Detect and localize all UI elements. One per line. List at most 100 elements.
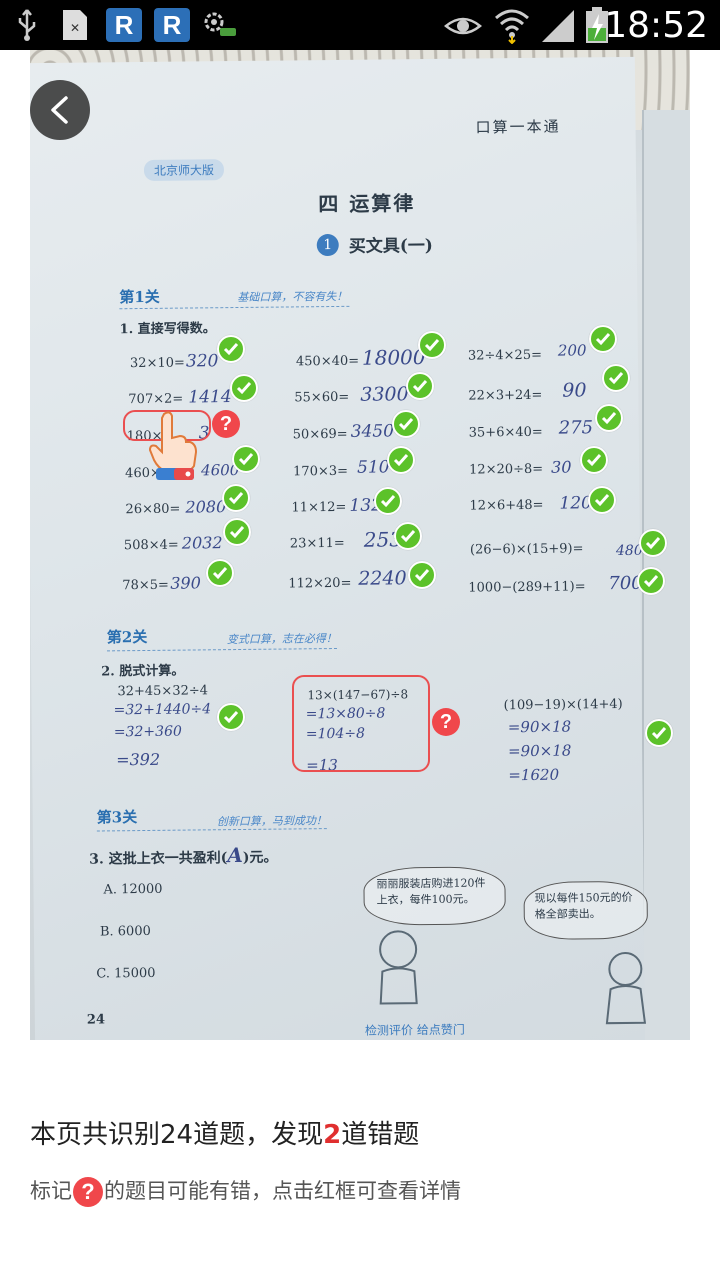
handwritten-answer: 320 xyxy=(185,351,219,372)
handwritten-answer: 2080 xyxy=(185,497,227,517)
gear-icon xyxy=(204,12,236,36)
summary-prefix: 本页共识别24道题，发现 xyxy=(30,1120,324,1150)
question-text: 12×20÷8= xyxy=(469,461,544,478)
question-text: 22×3+24= xyxy=(468,387,543,404)
question-text: 50×69= xyxy=(292,426,348,443)
question-mark-icon: ? xyxy=(73,1177,103,1207)
chapter-title: 四 运算律 xyxy=(318,191,416,217)
cartoon-girl-icon xyxy=(605,951,647,1025)
check-icon xyxy=(408,561,436,589)
section-3-label: 第3关 xyxy=(96,808,138,827)
check-icon xyxy=(217,335,245,363)
option-a: A. 12000 xyxy=(103,881,163,898)
page-number: 24 xyxy=(86,1012,106,1028)
question-text: 55×60= xyxy=(294,389,350,406)
question-text: 170×3= xyxy=(293,463,349,480)
book-title: 口算一本通 xyxy=(475,117,561,137)
handwritten-answer: 3450 xyxy=(350,421,395,442)
wifi-icon xyxy=(495,9,529,44)
check-icon xyxy=(595,404,623,432)
handwritten-answer: 30 xyxy=(550,457,572,477)
handwritten-answer: 390 xyxy=(170,573,201,593)
check-icon xyxy=(639,529,667,557)
page-footer: 检测评价 给点赞门 xyxy=(364,1022,465,1038)
speech-bubble: 现以每件150元的价格全部卖出。 xyxy=(523,880,649,941)
r-app-icon: R xyxy=(106,8,142,42)
section-1-label: 第1关 xyxy=(119,287,160,307)
option-c: C. 15000 xyxy=(96,965,156,982)
worksheet-page: 口算一本通 北京师大版 四 运算律 1 买文具(一) 第1关 基础口算，不容有失… xyxy=(30,56,649,1040)
check-icon xyxy=(230,374,258,402)
result-hint: 标记? 的题目可能有错，点击红框可查看详情 xyxy=(30,1174,461,1208)
summary-suffix: 道错题 xyxy=(341,1120,420,1150)
question-text: 23×11= xyxy=(289,535,345,552)
cartoon-boy-icon xyxy=(379,930,418,1005)
result-summary: 本页共识别24道题，发现2道错题 xyxy=(30,1114,419,1151)
calc-question: (109−19)×(14+4) xyxy=(503,696,623,714)
section-divider xyxy=(106,647,337,652)
status-bar: ✕ R R 18:52 xyxy=(0,0,720,50)
question-text: (26−6)×(15+9)= xyxy=(469,541,584,558)
task-text: 3. 这批上衣一共盈利( xyxy=(89,850,228,868)
check-icon xyxy=(232,445,260,473)
check-icon xyxy=(589,325,617,353)
lesson-number: 1 xyxy=(316,233,339,257)
question-text: 35+6×40= xyxy=(468,424,543,441)
tap-hand-icon xyxy=(148,411,198,480)
question-text: 12×6+48= xyxy=(469,497,544,514)
check-icon xyxy=(374,487,402,515)
handwritten-answer: 2032 xyxy=(181,533,223,553)
check-icon xyxy=(418,331,446,359)
check-icon xyxy=(406,372,434,400)
section-2-note: 变式口算，志在必得！ xyxy=(226,631,337,647)
question-text: 32÷4×25= xyxy=(467,347,543,364)
section-1-task: 1. 直接写得数。 xyxy=(119,321,216,338)
clock: 18:52 xyxy=(604,5,708,46)
task-text-end: )元。 xyxy=(242,849,278,866)
error-count: 2 xyxy=(323,1120,342,1150)
check-icon xyxy=(588,486,616,514)
question-text: 26×80= xyxy=(125,501,181,518)
r-app-icon: R xyxy=(154,8,190,42)
handwritten-answer: 200 xyxy=(557,341,587,360)
question-text: 508×4= xyxy=(123,537,179,554)
handwritten-answer: 1414 xyxy=(188,387,232,408)
question-text: 1000−(289+11)= xyxy=(468,579,586,596)
section-3-task: 3. 这批上衣一共盈利(A)元。 xyxy=(89,843,278,869)
check-icon xyxy=(392,410,420,438)
hint-suffix: 的题目可能有错，点击红框可查看详情 xyxy=(104,1179,461,1203)
error-box-2[interactable] xyxy=(292,675,430,772)
section-3-note: 创新口算，马到成功！ xyxy=(216,814,327,829)
check-icon xyxy=(602,364,630,392)
question-mark-icon[interactable]: ? xyxy=(432,708,460,736)
signal-icon xyxy=(542,10,574,42)
calc-step: =90×18 xyxy=(507,741,572,761)
calc-step: =32+360 xyxy=(113,723,182,741)
handwritten-answer: 275 xyxy=(558,417,594,439)
calc-step: =1620 xyxy=(508,765,560,785)
handwritten-answer: A xyxy=(227,842,243,868)
handwritten-answer: 510 xyxy=(356,457,390,478)
question-text: 11×12= xyxy=(291,499,347,516)
usb-icon xyxy=(18,9,36,41)
question-text: 707×2= xyxy=(128,391,184,408)
check-icon xyxy=(206,559,234,587)
section-2-label: 第2关 xyxy=(106,627,148,647)
check-icon xyxy=(394,522,422,550)
speech-bubble: 丽丽服装店购进120件上衣，每件100元。 xyxy=(363,866,506,926)
handwritten-answer: 2240 xyxy=(358,567,407,590)
calc-step: =392 xyxy=(116,749,161,770)
check-icon xyxy=(637,567,665,595)
lesson-title: 买文具(一) xyxy=(348,235,433,257)
handwritten-answer: 90 xyxy=(562,379,587,402)
calc-step: =90×18 xyxy=(507,717,572,737)
question-text: 450×40= xyxy=(295,353,360,370)
section-divider xyxy=(96,828,327,832)
back-button[interactable] xyxy=(30,80,90,140)
check-icon xyxy=(222,484,250,512)
check-icon xyxy=(223,518,251,546)
check-icon xyxy=(580,446,608,474)
question-mark-icon[interactable]: ? xyxy=(212,410,240,438)
svg-text:✕: ✕ xyxy=(70,21,80,35)
check-icon xyxy=(387,446,415,474)
